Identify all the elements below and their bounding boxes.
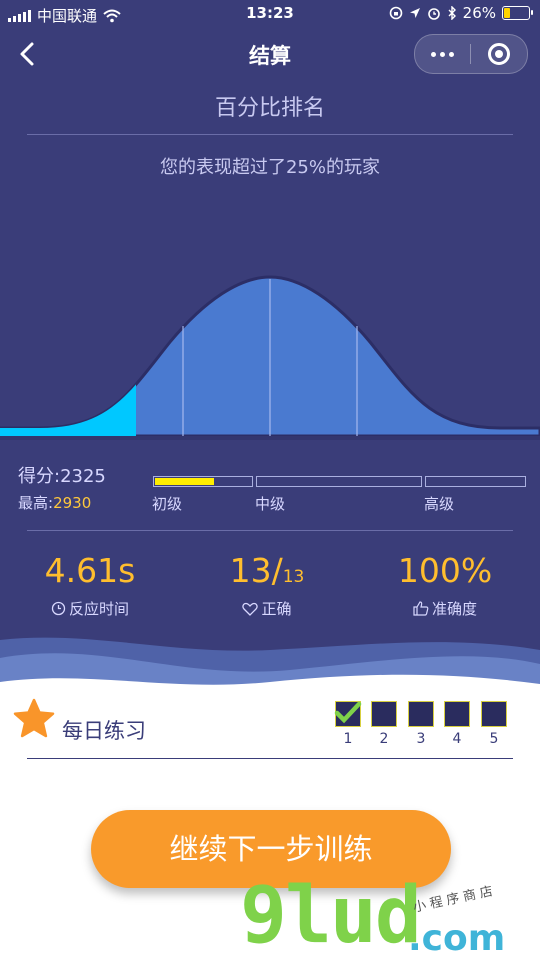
level-bar-beginner [153,476,253,487]
day-box-1 [334,701,362,727]
best-score: 最高:2930 [18,494,92,512]
day-box-5 [481,701,507,727]
reaction-time-value: 4.61s [44,551,136,590]
day-number: 5 [489,731,499,747]
day-number: 4 [452,731,462,747]
score-value: 得分:2325 [18,466,106,487]
daily-practice-label: 每日练习 [62,719,146,743]
correct-count-value: 13/13 [229,551,305,590]
ranking-summary: 您的表现超过了25%的玩家 [159,157,380,178]
level-label-advanced: 高级 [424,495,455,513]
best-score-value: 2930 [53,494,92,512]
checkmark-icon [334,701,362,724]
accuracy-value: 100% [397,551,493,590]
level-bar-intermediate [256,476,422,487]
level-label-intermediate: 中级 [255,495,286,513]
divider [27,530,513,531]
day-box-3 [408,701,434,727]
alarm-icon [427,8,440,20]
battery-percent: 26% [462,4,496,22]
day-box-4 [444,701,470,727]
watermark-logo: 9lud [240,871,422,961]
divider [27,758,513,759]
heart-icon [242,602,259,616]
rotation-lock-icon [389,6,402,20]
correct-label: 正确 [177,598,357,619]
day-box-2 [371,701,397,727]
nav-bar: 结算 [0,28,540,80]
bluetooth-icon [448,6,456,20]
level-label-beginner: 初级 [152,495,183,513]
level-bar-advanced [425,476,526,487]
star-icon [13,698,55,738]
thumbs-up-icon [413,601,429,616]
distribution-curve [0,275,540,440]
close-miniprogram-button[interactable] [471,35,527,73]
accuracy-label: 准确度 [355,598,535,619]
day-number: 3 [416,731,426,747]
battery-icon [502,6,533,20]
more-button[interactable] [415,35,470,73]
watermark-domain: .com [408,918,506,959]
reaction-time-label: 反应时间 [0,598,180,619]
section-title: 百分比排名 [214,96,325,121]
day-number: 2 [379,731,389,747]
wave-divider [0,637,540,710]
location-icon [409,8,420,18]
miniprogram-capsule [414,34,528,74]
results-panel: 中国联通 13:23 26% 结算 百分比排名 您的表现超过了25%的玩家 得分… [0,0,540,700]
divider [27,134,513,135]
day-number: 1 [343,731,353,747]
clock-icon [51,601,66,616]
status-bar: 中国联通 13:23 26% [0,0,540,28]
